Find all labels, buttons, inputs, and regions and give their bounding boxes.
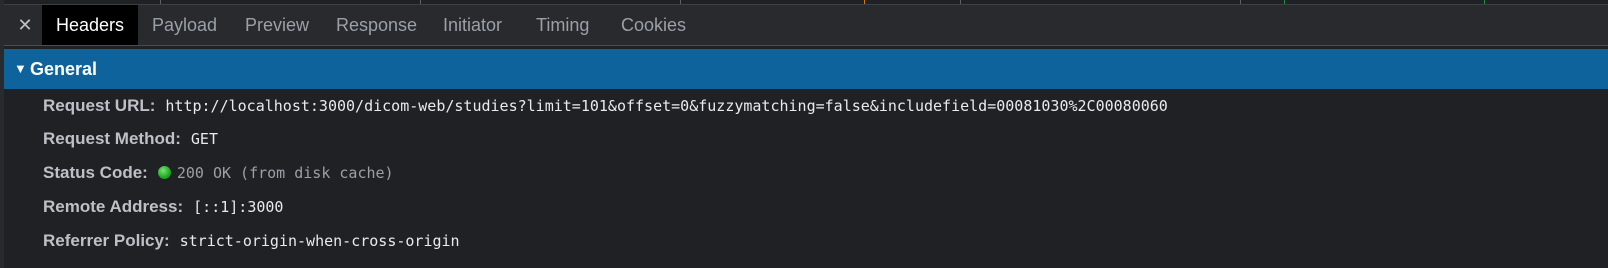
tab-payload[interactable]: Payload (152, 5, 217, 45)
tab-preview[interactable]: Preview (245, 5, 309, 45)
tab-headers[interactable]: Headers (42, 5, 139, 45)
tab-cookies[interactable]: Cookies (621, 5, 686, 45)
status-code-row: Status Code: 200 OK (from disk cache) (43, 158, 394, 188)
request-url-key: Request URL: (43, 96, 156, 115)
tab-response[interactable]: Response (336, 5, 417, 45)
remote-address-key: Remote Address: (43, 197, 184, 216)
general-section-title: General (30, 59, 98, 79)
tab-initiator[interactable]: Initiator (443, 5, 502, 45)
referrer-policy-row: Referrer Policy: strict-origin-when-cross… (43, 226, 460, 256)
referrer-policy-key: Referrer Policy: (43, 231, 170, 250)
close-icon[interactable]: ✕ (14, 14, 36, 36)
request-url-row: Request URL: http://localhost:3000/dicom-… (43, 91, 1168, 121)
general-section-header[interactable]: ▼ General (4, 49, 1608, 89)
status-code-key: Status Code: (43, 163, 148, 182)
referrer-policy-value[interactable]: strict-origin-when-cross-origin (180, 232, 460, 250)
status-ok-icon (157, 166, 171, 179)
request-method-row: Request Method: GET (43, 124, 218, 154)
request-method-key: Request Method: (43, 129, 181, 148)
status-code-value[interactable]: 200 OK (from disk cache) (177, 164, 394, 182)
request-method-value[interactable]: GET (191, 130, 218, 148)
detail-tabbar: ✕ Headers Payload Preview Response Initi… (4, 4, 1608, 46)
tab-timing[interactable]: Timing (536, 5, 589, 45)
remote-address-row: Remote Address: [::1]:3000 (43, 192, 283, 222)
remote-address-value[interactable]: [::1]:3000 (193, 198, 283, 216)
collapse-triangle-icon: ▼ (14, 61, 27, 76)
request-url-value[interactable]: http://localhost:3000/dicom-web/studies?… (165, 97, 1167, 115)
